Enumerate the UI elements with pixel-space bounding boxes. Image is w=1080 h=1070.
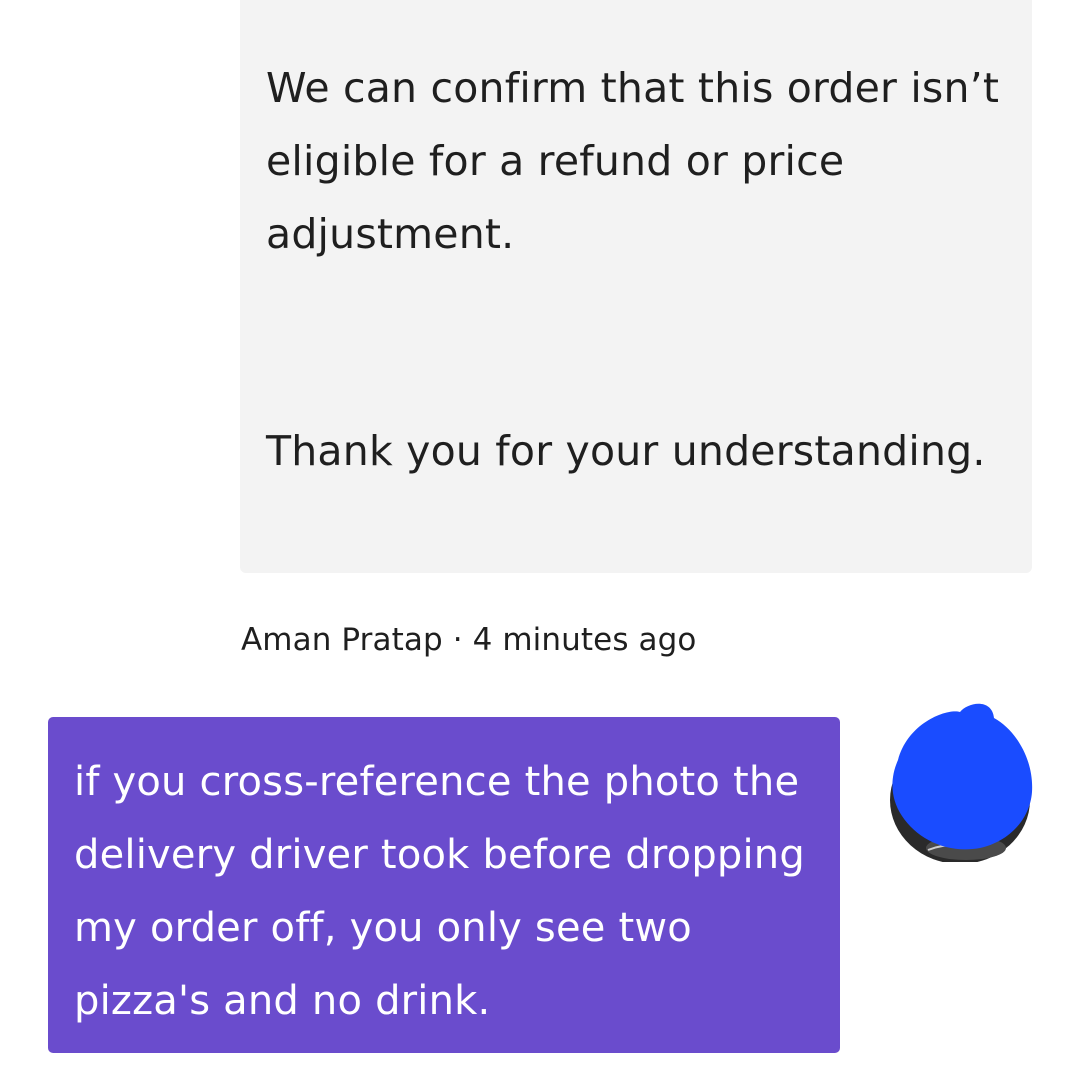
avatar[interactable]	[888, 700, 1034, 864]
agent-message-paragraph: Thank you for your understanding.	[266, 427, 986, 475]
meta-separator: ·	[442, 622, 473, 658]
sender-name: Aman Pratap	[241, 622, 443, 658]
agent-message-paragraph: We can confirm that this order isn’t eli…	[266, 64, 1000, 258]
message-meta: Aman Pratap · 4 minutes ago	[241, 622, 696, 658]
user-message-text: if you cross-reference the photo the del…	[74, 759, 805, 1024]
agent-message-bubble: We can confirm that this order isn’t eli…	[240, 0, 1032, 573]
user-avatar-redacted-icon	[890, 703, 1033, 864]
user-message-bubble: if you cross-reference the photo the del…	[48, 717, 840, 1053]
message-timestamp: 4 minutes ago	[472, 622, 697, 658]
